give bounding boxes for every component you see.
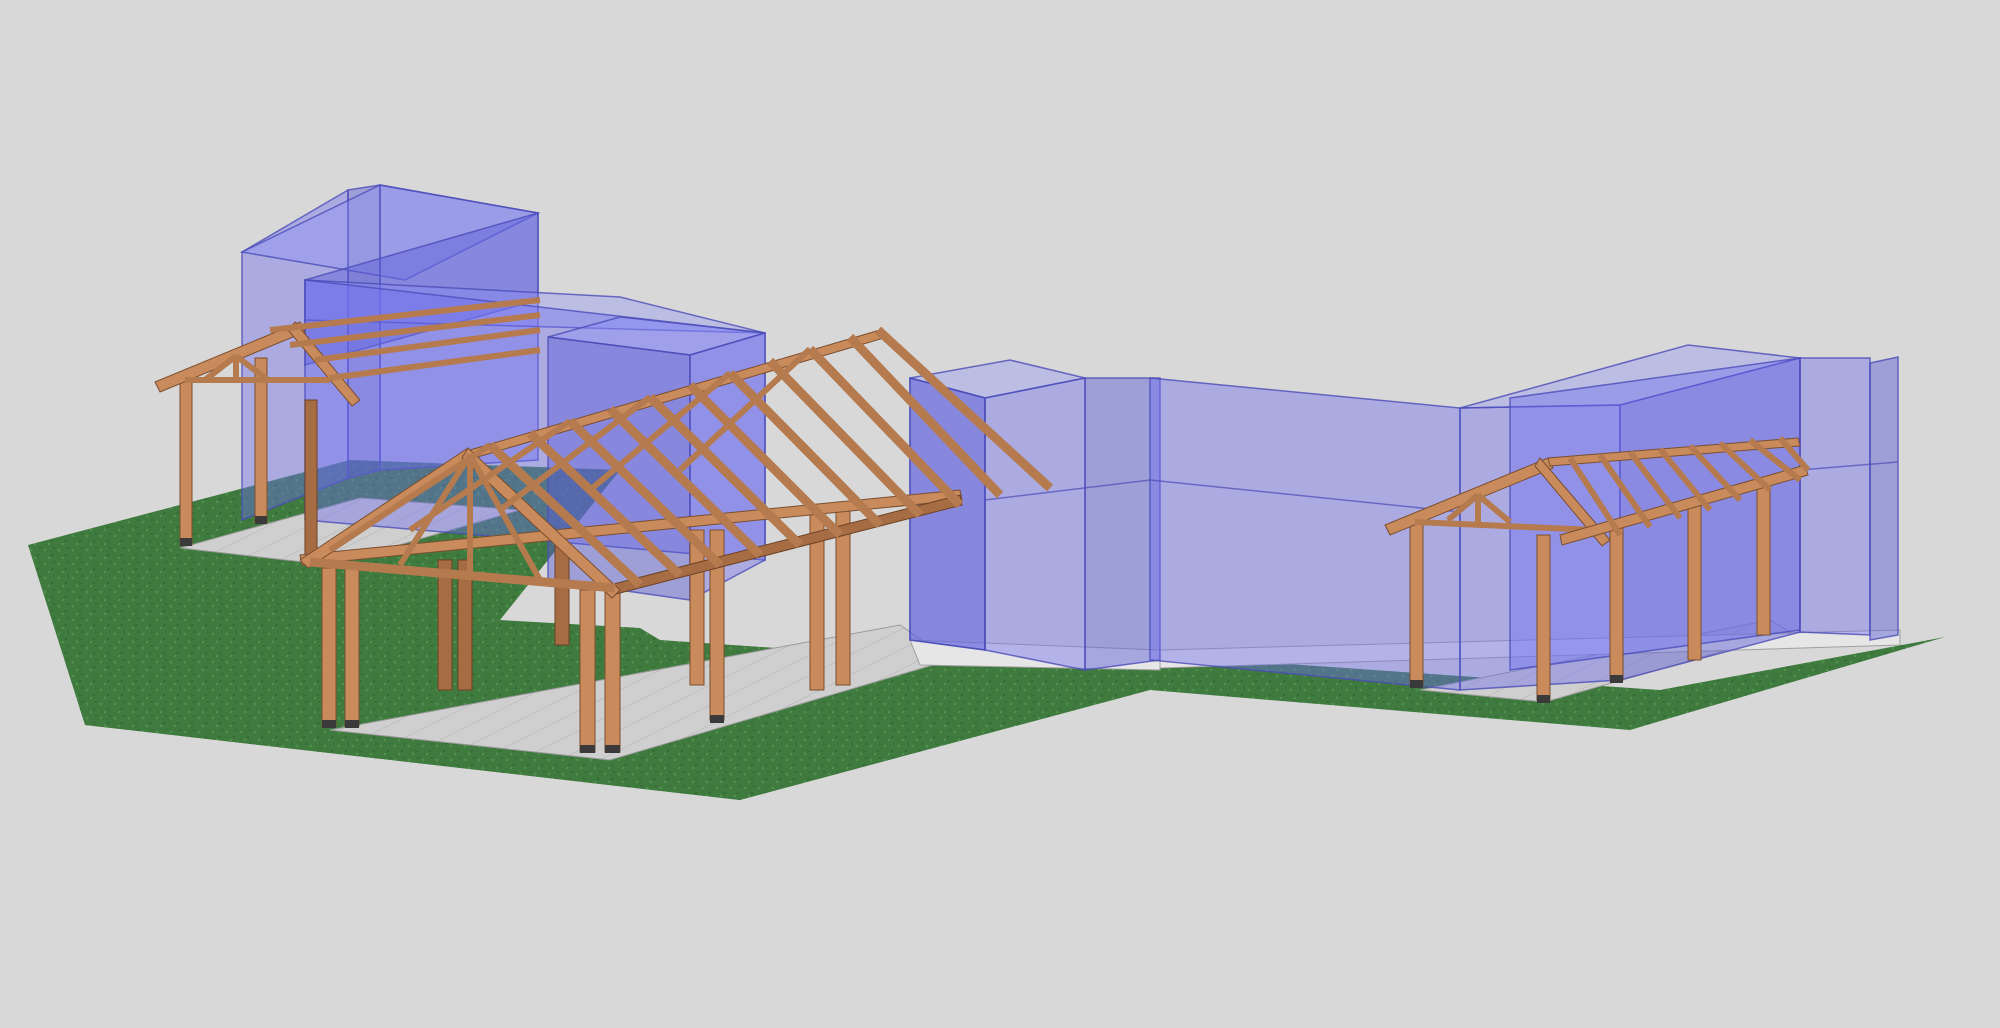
architectural-3d-render: [28, 184, 1945, 800]
